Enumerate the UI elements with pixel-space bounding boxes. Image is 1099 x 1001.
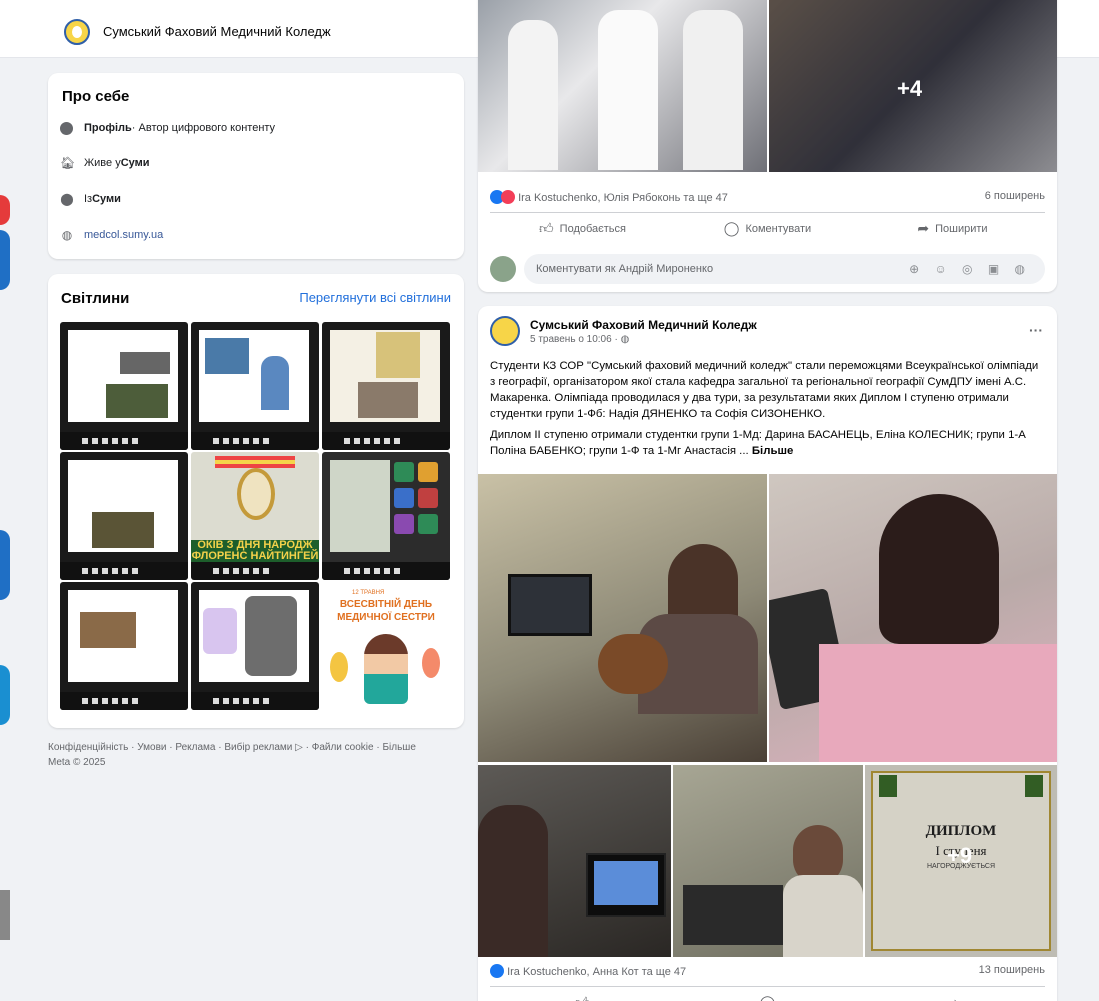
see-all-photos-link[interactable]: Переглянути всі світлини — [299, 290, 451, 305]
about-website-row: ◍ medcol.sumy.ua — [60, 226, 164, 244]
post-author-avatar[interactable] — [490, 316, 520, 346]
photo-tile[interactable]: ОКІВ З ДНЯ НАРОДЖ ФЛОРЕНС НАЙТИНГЕЙ — [191, 452, 319, 580]
website-link[interactable]: medcol.sumy.ua — [84, 229, 163, 241]
comment-bubble-icon: ◯ — [760, 994, 776, 1001]
post-photo[interactable]: ДИПЛОМ І ступеня НАГОРОДЖУЄТЬСЯ +9 — [865, 765, 1057, 957]
comment-composer: Коментувати як Андрій Мироненко ⊕ ☺ ◎ ▣ … — [490, 254, 1045, 286]
about-card: Про себе Профіль · Автор цифрового конте… — [48, 73, 464, 259]
like-reaction-icon — [490, 964, 504, 978]
photo-tile[interactable] — [191, 582, 319, 710]
about-title: Про себе — [62, 88, 130, 105]
profile-label: Профіль — [84, 122, 132, 134]
love-reaction-icon — [501, 190, 515, 204]
tile-date: 12 ТРАВНЯ — [352, 590, 385, 596]
globe-icon: ◍ — [61, 228, 73, 242]
thumbs-up-icon: 👍︎ — [539, 220, 554, 236]
edge-decoration-blue — [0, 230, 10, 290]
share-button[interactable]: ➦ Поширити — [860, 213, 1045, 244]
about-profile-row: Профіль · Автор цифрового контенту — [60, 119, 275, 137]
photo-tile[interactable] — [191, 322, 319, 450]
tile-caption: ОКІВ З ДНЯ НАРОДЖ ФЛОРЕНС НАЙТИНГЕЙ — [191, 539, 319, 562]
about-lives-row: 🏠︎ Живе у Суми — [60, 154, 150, 172]
user-avatar[interactable] — [490, 256, 516, 282]
page-logo-avatar[interactable] — [64, 19, 90, 45]
shares-count[interactable]: 6 поширень — [985, 190, 1045, 202]
location-pin-icon: ⬤ — [60, 192, 74, 206]
lives-city[interactable]: Суми — [121, 157, 150, 169]
reactions-summary[interactable]: Ira Kostuchenko, Анна Кот та ще 47 — [490, 964, 686, 978]
home-icon: 🏠︎ — [60, 156, 76, 170]
share-arrow-icon: ➦ — [947, 994, 959, 1001]
post-photo[interactable] — [478, 765, 671, 957]
post-actions: 👍︎ ◯ ➦ — [490, 986, 1045, 1001]
photo-tile[interactable] — [322, 452, 450, 580]
share-label: Поширити — [935, 222, 988, 235]
comment-tools-icons[interactable]: ⊕ ☺ ◎ ▣ ◍ — [909, 262, 1031, 276]
post-card: +4 Ira Kostuchenko, Юлія Рябоконь та ще … — [478, 0, 1057, 292]
about-from-row: ⬤ Із Суми — [60, 190, 121, 208]
reactions-summary[interactable]: Ira Kostuchenko, Юлія Рябоконь та ще 47 — [490, 190, 728, 204]
post-photo[interactable] — [769, 474, 1057, 762]
page-title[interactable]: Сумський Фаховий Медичний Коледж — [103, 24, 331, 39]
like-label: Подобається — [559, 222, 626, 235]
comment-bubble-icon: ◯ — [723, 220, 740, 236]
edge-decoration-blue-2 — [0, 530, 10, 600]
from-prefix: Із — [84, 193, 93, 205]
share-arrow-icon: ➦ — [917, 220, 930, 236]
profile-category: · Автор цифрового контенту — [131, 122, 276, 134]
photo-tile[interactable] — [60, 322, 188, 450]
like-button[interactable]: 👍︎ — [490, 987, 675, 1001]
shares-count[interactable]: 13 поширень — [979, 964, 1045, 976]
thumbs-up-icon: 👍︎ — [575, 994, 590, 1001]
post-photo[interactable] — [478, 0, 767, 172]
see-more-link[interactable]: Більше — [752, 445, 793, 457]
post-photo[interactable] — [478, 474, 767, 762]
post-author-name[interactable]: Сумський Фаховий Медичний Коледж — [530, 318, 757, 332]
like-button[interactable]: 👍︎ Подобається — [490, 213, 675, 244]
more-photos-count[interactable]: +9 — [947, 843, 972, 869]
comment-label: Коментувати — [745, 222, 812, 235]
more-photos-count[interactable]: +4 — [897, 76, 922, 102]
photos-grid: ОКІВ З ДНЯ НАРОДЖ ФЛОРЕНС НАЙТИНГЕЙ 12 ТР… — [60, 322, 451, 712]
from-city[interactable]: Суми — [92, 193, 121, 205]
post-paragraph: Студенти КЗ СОР "Сумський фаховий медичн… — [490, 360, 1039, 420]
footer-copyright: Meta © 2025 — [48, 757, 106, 768]
info-icon — [60, 121, 73, 135]
comment-button[interactable]: ◯ — [675, 987, 860, 1001]
post-text: Студенти КЗ СОР "Сумський фаховий медичн… — [490, 358, 1046, 464]
footer-links: Конфіденційність · Умови · Реклама · Виб… — [48, 740, 464, 770]
tile-headline: ВСЕСВІТНІЙ ДЕНЬ МЕДИЧНОЇ СЕСТРИ — [337, 599, 435, 623]
post-timestamp[interactable]: 5 травень о 10:06 · ◍ — [530, 334, 629, 345]
post-card: Сумський Фаховий Медичний Коледж 5 траве… — [478, 306, 1057, 1001]
share-button[interactable]: ➦ — [860, 987, 1045, 1001]
photos-title: Світлини — [61, 290, 130, 307]
comment-button[interactable]: ◯ Коментувати — [675, 213, 860, 244]
post-photo[interactable]: +4 — [769, 0, 1057, 172]
photo-tile[interactable] — [60, 582, 188, 710]
reactions-names: Ira Kostuchenko, Анна Кот та ще 47 — [507, 966, 687, 978]
post-actions: 👍︎ Подобається ◯ Коментувати ➦ Поширити — [490, 212, 1045, 244]
edge-decoration-cyan — [0, 665, 10, 725]
edge-decoration-gray — [0, 890, 10, 940]
post-more-button[interactable]: ··· — [1029, 322, 1043, 338]
reactions-names: Ira Kostuchenko, Юлія Рябоконь та ще 47 — [518, 192, 728, 204]
photos-card: Світлини Переглянути всі світлини ОКІВ З… — [48, 274, 464, 728]
lives-prefix: Живе у — [84, 157, 121, 169]
footer-link-list[interactable]: Конфіденційність · Умови · Реклама · Виб… — [48, 740, 464, 755]
edge-decoration-red — [0, 195, 10, 225]
post-photo[interactable] — [673, 765, 863, 957]
photo-tile[interactable]: 12 ТРАВНЯ ВСЕСВІТНІЙ ДЕНЬ МЕДИЧНОЇ СЕСТР… — [322, 582, 450, 710]
photo-tile[interactable] — [322, 322, 450, 450]
photo-tile[interactable] — [60, 452, 188, 580]
